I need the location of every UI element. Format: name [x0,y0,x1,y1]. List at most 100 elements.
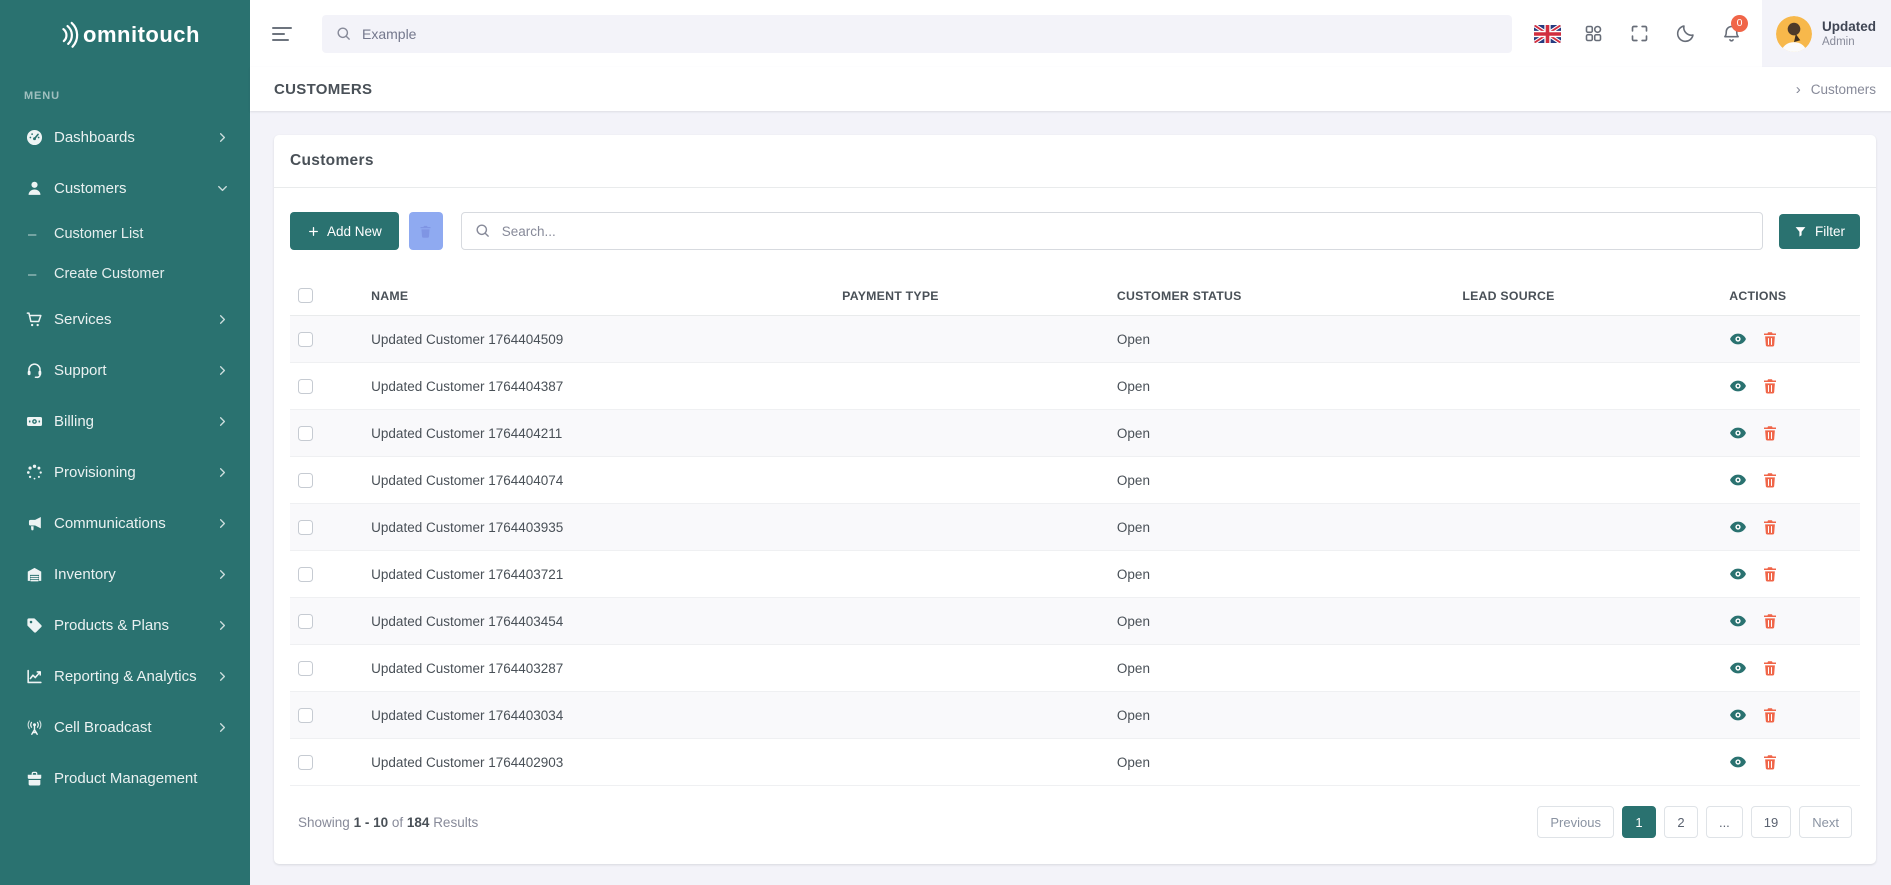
eye-icon [1729,377,1747,395]
table-head: NAMEPAYMENT TYPECUSTOMER STATUSLEAD SOUR… [290,276,1860,316]
breadcrumb: › Customers [1796,82,1876,97]
view-button[interactable] [1729,612,1747,630]
trash-icon [1761,612,1779,630]
page-button-previous[interactable]: Previous [1537,806,1614,838]
flag-uk-icon[interactable] [1524,11,1570,57]
row-checkbox[interactable] [298,755,313,770]
main-area: 0 Updated Admin CUSTOMERS › Customers [250,0,1891,885]
trash-icon [1761,330,1779,348]
table-header-row: NAMEPAYMENT TYPECUSTOMER STATUSLEAD SOUR… [290,276,1860,316]
notifications-bell-icon[interactable]: 0 [1708,11,1754,57]
filter-button[interactable]: Filter [1779,214,1860,249]
topbar: 0 Updated Admin [250,0,1891,67]
row-checkbox[interactable] [298,379,313,394]
view-button[interactable] [1729,565,1747,583]
search-icon [474,222,491,239]
chevron-right-icon [215,465,230,480]
sidebar-subitem-create-customer[interactable]: –Create Customer [0,254,250,294]
page-button-2[interactable]: 2 [1664,806,1698,838]
delete-button[interactable] [1761,424,1779,442]
global-search-input[interactable] [322,15,1512,53]
sidebar-item-customers[interactable]: Customers [0,163,250,214]
bulk-delete-button[interactable] [409,212,443,250]
sidebar-item-label: Communications [54,515,166,532]
delete-button[interactable] [1761,706,1779,724]
delete-button[interactable] [1761,565,1779,583]
row-checkbox[interactable] [298,567,313,582]
delete-button[interactable] [1761,612,1779,630]
delete-button[interactable] [1761,471,1779,489]
sidebar-item-billing[interactable]: Billing [0,396,250,447]
delete-button[interactable] [1761,753,1779,771]
page-button-19[interactable]: 19 [1751,806,1791,838]
sidebar-item-products-plans[interactable]: Products & Plans [0,600,250,651]
sidebar-item-cell-broadcast[interactable]: Cell Broadcast [0,702,250,753]
row-checkbox[interactable] [298,520,313,535]
package-icon [25,769,44,788]
cell-payment-type [834,692,1109,739]
sidebar-item-product-management[interactable]: Product Management [0,753,250,804]
trash-icon [1761,659,1779,677]
sidebar-item-dashboards[interactable]: Dashboards [0,112,250,163]
hamburger-menu-icon[interactable] [262,11,308,57]
sidebar-item-provisioning[interactable]: Provisioning [0,447,250,498]
user-menu[interactable]: Updated Admin [1762,0,1891,67]
column-header-lead-source: LEAD SOURCE [1454,276,1721,316]
delete-button[interactable] [1761,330,1779,348]
row-checkbox[interactable] [298,426,313,441]
sidebar-item-label: Products & Plans [54,617,169,634]
page-button-1[interactable]: 1 [1622,806,1656,838]
loader-icon [25,463,44,482]
sidebar-item-inventory[interactable]: Inventory [0,549,250,600]
view-button[interactable] [1729,424,1747,442]
view-button[interactable] [1729,753,1747,771]
sidebar-item-label: Billing [54,413,94,430]
view-button[interactable] [1729,471,1747,489]
megaphone-icon [25,514,44,533]
cell-payment-type [834,457,1109,504]
global-search [322,15,1512,53]
add-new-button[interactable]: Add New [290,212,399,250]
cell-lead-source [1454,739,1721,786]
row-checkbox[interactable] [298,661,313,676]
table-search-input[interactable] [461,212,1763,250]
view-button[interactable] [1729,518,1747,536]
sidebar-item-support[interactable]: Support [0,345,250,396]
sidebar-item-label: Provisioning [54,464,136,481]
dark-mode-moon-icon[interactable] [1662,11,1708,57]
page-button-[interactable]: ... [1706,806,1743,838]
row-checkbox[interactable] [298,473,313,488]
sidebar-item-communications[interactable]: Communications [0,498,250,549]
table-row: Updated Customer 1764403034Open [290,692,1860,739]
row-checkbox[interactable] [298,708,313,723]
delete-button[interactable] [1761,659,1779,677]
eye-icon [1729,706,1747,724]
trash-icon [1761,518,1779,536]
logo-arcs-icon [50,18,84,52]
view-button[interactable] [1729,377,1747,395]
row-checkbox[interactable] [298,332,313,347]
chart-icon [25,667,44,686]
page-button-next[interactable]: Next [1799,806,1852,838]
sidebar-item-reporting-analytics[interactable]: Reporting & Analytics [0,651,250,702]
chevron-right-icon [215,516,230,531]
delete-button[interactable] [1761,377,1779,395]
grid-apps-icon[interactable] [1570,11,1616,57]
column-header-actions: ACTIONS [1721,276,1860,316]
sidebar-item-services[interactable]: Services [0,294,250,345]
cell-lead-source [1454,504,1721,551]
view-button[interactable] [1729,330,1747,348]
sidebar-submenu: –Customer List–Create Customer [0,214,250,294]
breadcrumb-item-customers[interactable]: Customers [1811,82,1876,97]
view-button[interactable] [1729,659,1747,677]
column-header-payment-type: PAYMENT TYPE [834,276,1109,316]
fullscreen-icon[interactable] [1616,11,1662,57]
app-logo[interactable]: omnitouch [0,0,250,70]
row-checkbox[interactable] [298,614,313,629]
delete-button[interactable] [1761,518,1779,536]
select-all-checkbox[interactable] [298,288,313,303]
sidebar-subitem-customer-list[interactable]: –Customer List [0,214,250,254]
eye-icon [1729,565,1747,583]
view-button[interactable] [1729,706,1747,724]
table-body: Updated Customer 1764404509OpenUpdated C… [290,316,1860,786]
